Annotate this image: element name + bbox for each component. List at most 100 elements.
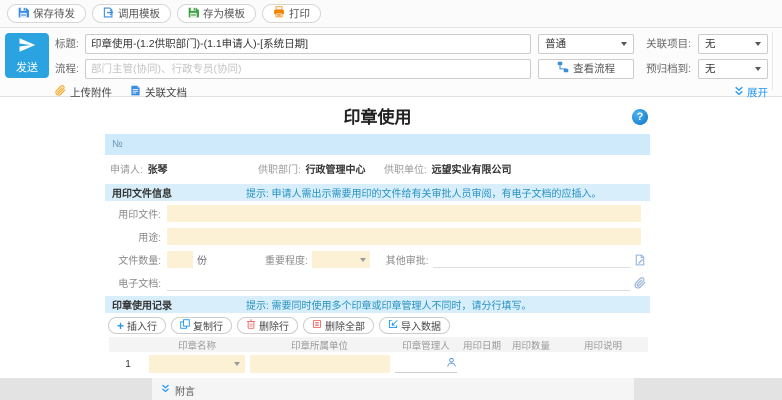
load-template-label: 调用模板 bbox=[118, 6, 160, 21]
app-window: 保存待发 调用模板 存为模板 打印 发送 bbox=[0, 0, 782, 400]
chevron-down-icon bbox=[360, 258, 366, 262]
seal-file-input[interactable] bbox=[167, 205, 641, 222]
related-project-value: 无 bbox=[705, 36, 716, 51]
header-divider bbox=[772, 32, 773, 90]
save-pending-button[interactable]: 保存待发 bbox=[7, 4, 86, 23]
col-seal-manager: 印章管理人 bbox=[392, 338, 460, 352]
load-template-button[interactable]: 调用模板 bbox=[92, 4, 171, 23]
delete-all-button[interactable]: 删除全部 bbox=[303, 317, 374, 334]
company-field: 供职单位: 远望实业有限公司 bbox=[384, 161, 650, 176]
title-input[interactable] bbox=[85, 34, 531, 54]
department-label: 供职部门: bbox=[258, 165, 301, 176]
plus-icon: + bbox=[117, 320, 124, 332]
seal-name-select[interactable] bbox=[149, 355, 245, 373]
send-label: 发送 bbox=[16, 59, 38, 75]
chevron-down-icon bbox=[621, 42, 627, 46]
serial-number-bar: № bbox=[105, 134, 650, 155]
select-document-icon[interactable] bbox=[634, 254, 646, 266]
flow-input[interactable] bbox=[85, 59, 531, 79]
trash-icon bbox=[246, 319, 256, 332]
applicant-field: 申请人: 张琴 bbox=[110, 161, 258, 176]
department-field: 供职部门: 行政管理中心 bbox=[258, 161, 384, 176]
title-label: 标题: bbox=[55, 36, 85, 51]
related-project-label: 关联项目: bbox=[646, 36, 691, 51]
import-icon bbox=[388, 319, 398, 332]
prearchive-select[interactable]: 无 bbox=[698, 59, 768, 79]
postscript-label: 附言 bbox=[175, 383, 195, 398]
delete-all-label: 删除全部 bbox=[325, 318, 365, 333]
help-icon[interactable]: ? bbox=[632, 109, 648, 125]
save-as-template-button[interactable]: 存为模板 bbox=[177, 4, 256, 23]
related-doc-link[interactable]: 关联文档 bbox=[130, 85, 187, 100]
related-project-select[interactable]: 无 bbox=[698, 34, 768, 54]
flow-label: 流程: bbox=[55, 61, 85, 76]
print-button[interactable]: 打印 bbox=[262, 4, 321, 23]
seal-unit-input[interactable] bbox=[250, 355, 390, 373]
other-approval-input[interactable] bbox=[433, 252, 630, 268]
chevron-down-icon bbox=[755, 67, 761, 71]
expand-link[interactable]: 展开 bbox=[734, 85, 768, 100]
applicant-value: 张琴 bbox=[148, 165, 168, 176]
record-section-hint: 提示: 需要同时使用多个印章或印章管理人不同时，请分行填写。 bbox=[246, 297, 532, 312]
header-panel: 发送 标题: 普通 关联项目: 无 流程: 查看流程 bbox=[0, 28, 782, 97]
file-count-unit: 份 bbox=[197, 252, 207, 267]
purpose-row: 用途: bbox=[105, 226, 650, 247]
seal-file-row: 用印文件: bbox=[105, 203, 650, 224]
edoc-row: 电子文档: bbox=[105, 272, 650, 293]
prearchive-label: 预归档到: bbox=[646, 61, 691, 76]
copy-row-button[interactable]: 复制行 bbox=[171, 317, 232, 334]
form-title: 印章使用 bbox=[344, 108, 412, 127]
col-seal-unit: 印章所属单位 bbox=[247, 338, 392, 352]
save-pending-label: 保存待发 bbox=[33, 6, 75, 21]
flow-row: 流程: 查看流程 预归档到: 无 bbox=[55, 58, 782, 79]
paperclip-icon bbox=[55, 85, 66, 99]
trash-all-icon bbox=[312, 319, 322, 332]
form-area: 印章使用 ? № 申请人: 张琴 供职部门: 行政管理中心 供职单位: 远望实业… bbox=[0, 104, 782, 378]
paper-plane-icon bbox=[18, 36, 36, 57]
save-as-template-icon bbox=[188, 7, 199, 21]
col-seal-qty: 用印数量 bbox=[504, 338, 558, 352]
doc-section-header: 用印文件信息 提示: 申请人需出示需要用印的文件给有关审批人员审阅，有电子文档的… bbox=[105, 184, 650, 201]
importance-label: 重要程度: bbox=[265, 252, 308, 267]
save-icon bbox=[18, 7, 29, 21]
import-data-button[interactable]: 导入数据 bbox=[379, 317, 450, 334]
row-index: 1 bbox=[109, 359, 147, 370]
company-value: 远望实业有限公司 bbox=[432, 165, 512, 176]
insert-row-label: 插入行 bbox=[127, 318, 157, 333]
count-importance-row: 文件数量: 份 重要程度: 其他审批: bbox=[105, 249, 650, 270]
save-as-template-label: 存为模板 bbox=[203, 6, 245, 21]
edoc-paperclip-icon[interactable] bbox=[634, 277, 646, 289]
seal-file-label: 用印文件: bbox=[105, 206, 167, 221]
insert-row-button[interactable]: + 插入行 bbox=[108, 317, 166, 334]
record-section-header: 印章使用记录 提示: 需要同时使用多个印章或印章管理人不同时，请分行填写。 bbox=[105, 296, 650, 313]
edoc-input[interactable] bbox=[167, 275, 630, 291]
postscript-toggle[interactable]: 附言 bbox=[152, 378, 634, 400]
importance-select[interactable] bbox=[312, 251, 370, 268]
company-label: 供职单位: bbox=[384, 165, 427, 176]
view-flow-button[interactable]: 查看流程 bbox=[538, 59, 634, 79]
other-approval-label: 其他审批: bbox=[386, 252, 429, 267]
import-data-label: 导入数据 bbox=[401, 318, 441, 333]
upload-attachment-link[interactable]: 上传附件 bbox=[55, 85, 112, 100]
footer-strip: 附言 bbox=[0, 378, 782, 400]
person-picker-icon[interactable] bbox=[446, 357, 457, 371]
doc-section-hint: 提示: 申请人需出示需要用印的文件给有关审批人员审阅，有电子文档的应插入。 bbox=[246, 185, 602, 200]
related-doc-label: 关联文档 bbox=[145, 85, 187, 100]
col-seal-date: 用印日期 bbox=[460, 338, 504, 352]
title-row: 标题: 普通 关联项目: 无 bbox=[55, 33, 782, 54]
applicant-info-row: 申请人: 张琴 供职部门: 行政管理中心 供职单位: 远望实业有限公司 bbox=[105, 155, 650, 181]
priority-select[interactable]: 普通 bbox=[538, 34, 634, 54]
file-count-input[interactable] bbox=[167, 251, 193, 268]
upload-attachment-label: 上传附件 bbox=[70, 85, 112, 100]
chevron-down-icon bbox=[234, 362, 240, 366]
record-table-header: 印章名称 印章所属单位 印章管理人 用印日期 用印数量 用印说明 bbox=[109, 337, 648, 352]
double-chevron-down-icon bbox=[161, 384, 170, 396]
delete-row-button[interactable]: 删除行 bbox=[237, 317, 298, 334]
seal-manager-input[interactable] bbox=[395, 356, 457, 373]
send-button[interactable]: 发送 bbox=[5, 33, 49, 78]
delete-row-label: 删除行 bbox=[259, 318, 289, 333]
doc-section-title: 用印文件信息 bbox=[105, 185, 246, 200]
purpose-input[interactable] bbox=[167, 228, 641, 245]
print-icon bbox=[273, 6, 285, 21]
table-row: 1 bbox=[109, 352, 650, 376]
